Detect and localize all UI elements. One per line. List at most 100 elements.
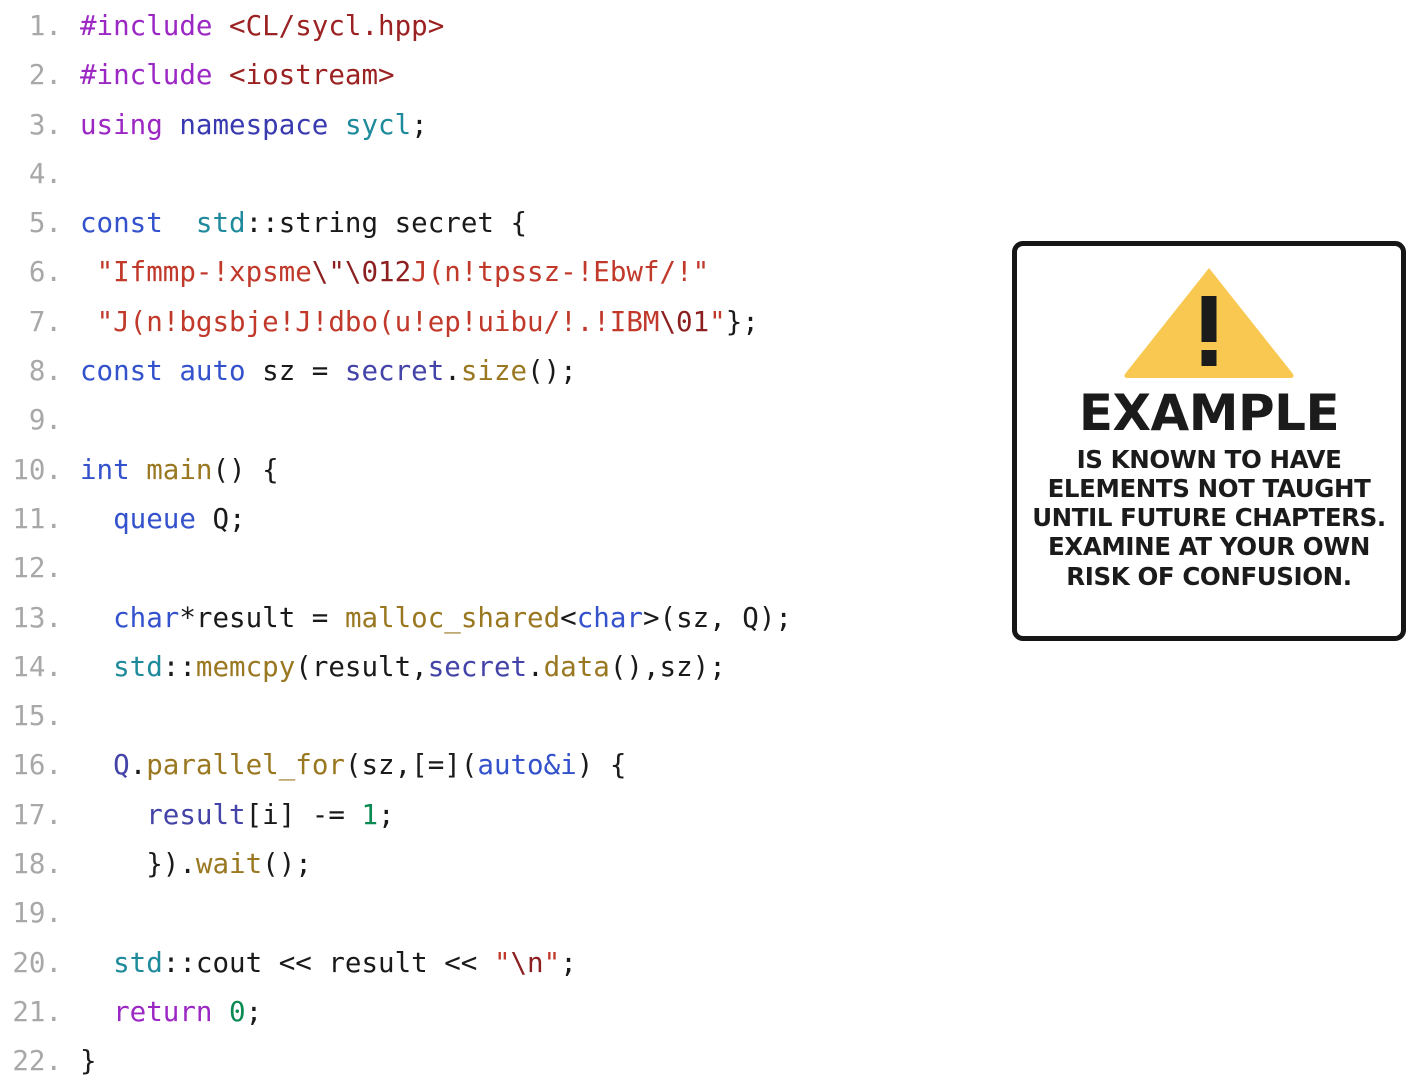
code-token: *result = bbox=[179, 601, 345, 634]
code-token: (result, bbox=[295, 650, 428, 683]
code-line: 14. std::memcpy(result,secret.data(),sz)… bbox=[0, 643, 1000, 692]
warning-body-line: RISK OF CONFUSION. bbox=[1066, 561, 1352, 591]
code-token: data bbox=[543, 650, 610, 683]
code-line: 16. Q.parallel_for(sz,[=](auto&i) { bbox=[0, 741, 1000, 790]
code-token: < bbox=[560, 601, 577, 634]
code-line-text: queue Q; bbox=[62, 495, 246, 544]
code-token: [i] -= bbox=[245, 798, 362, 831]
code-line: 20. std::cout << result << "\n"; bbox=[0, 939, 1000, 988]
code-listing: 1. #include <CL/sycl.hpp> 2. #include <iost… bbox=[0, 0, 1000, 1087]
code-line: 2. #include <iostream> bbox=[0, 51, 1000, 100]
warning-body-line: EXAMINE AT YOUR OWN bbox=[1048, 532, 1370, 562]
code-token: "J(n!bgsbje!J!dbo(u!ep!uibu/!.!IBM bbox=[96, 305, 660, 338]
line-number: 5. bbox=[28, 207, 62, 240]
code-token: (); bbox=[527, 355, 577, 388]
code-token: result bbox=[146, 798, 246, 831]
code-line: 5. const std::string secret { bbox=[0, 199, 1000, 248]
code-token: } bbox=[80, 1045, 97, 1078]
code-line: 21. return 0; bbox=[0, 988, 1000, 1037]
line-number: 15. bbox=[12, 700, 62, 733]
code-token: () { bbox=[212, 453, 279, 486]
code-token: ; bbox=[245, 995, 263, 1028]
code-token: }; bbox=[725, 305, 759, 338]
code-line-text: return 0; bbox=[62, 988, 262, 1037]
line-number: 18. bbox=[12, 848, 62, 881]
code-line-text: using namespace sycl; bbox=[62, 101, 428, 150]
line-number: 10. bbox=[12, 453, 62, 486]
code-line: 6. "Ifmmp-!xpsme\"\012J(n!tpssz-!Ebwf/!" bbox=[0, 248, 1000, 297]
line-number: 21. bbox=[12, 995, 62, 1028]
code-token: malloc_shared bbox=[344, 601, 561, 634]
code-token: #include bbox=[80, 59, 230, 92]
code-token: memcpy bbox=[195, 650, 296, 683]
code-line: 1. #include <CL/sycl.hpp> bbox=[0, 2, 1000, 51]
line-number: 2. bbox=[28, 59, 62, 92]
code-token: Q; bbox=[195, 502, 246, 535]
code-token: " bbox=[543, 946, 561, 979]
warning-body-line: IS KNOWN TO HAVE bbox=[1076, 445, 1342, 474]
example-warning-card: EXAMPLE IS KNOWN TO HAVE ELEMENTS NOT TAU… bbox=[1012, 241, 1406, 641]
line-number: 13. bbox=[12, 601, 62, 634]
warning-body-line: ELEMENTS NOT TAUGHT bbox=[1047, 474, 1371, 504]
line-number: 1. bbox=[28, 10, 62, 42]
code-line: 15. bbox=[0, 692, 1000, 741]
code-line: 8. const auto sz = secret.size(); bbox=[0, 347, 1000, 396]
line-number: 6. bbox=[28, 256, 62, 289]
code-token: . bbox=[527, 650, 544, 683]
code-token: main bbox=[146, 453, 213, 486]
code-line: 17. result[i] -= 1; bbox=[0, 791, 1000, 840]
code-token: char bbox=[113, 601, 180, 634]
line-number: 12. bbox=[12, 552, 62, 585]
code-token: 0 bbox=[229, 995, 246, 1028]
code-token: secret bbox=[427, 650, 528, 683]
code-token: Q bbox=[113, 749, 130, 782]
code-token: sz = bbox=[245, 355, 345, 388]
warning-body-line: UNTIL FUTURE CHAPTERS. bbox=[1032, 503, 1386, 533]
line-number: 8. bbox=[28, 355, 62, 388]
code-line: 22.} bbox=[0, 1037, 1000, 1086]
code-token: "Ifmmp-!xpsme bbox=[96, 256, 312, 289]
code-token: int bbox=[80, 453, 130, 486]
code-token: sycl bbox=[344, 108, 412, 141]
code-token: (),sz); bbox=[609, 650, 726, 683]
warning-triangle-exclamation-icon bbox=[1123, 266, 1295, 378]
code-line: 3. using namespace sycl; bbox=[0, 101, 1000, 150]
code-token: std bbox=[113, 650, 163, 683]
code-token: 1 bbox=[361, 798, 379, 831]
code-token: return bbox=[113, 995, 213, 1028]
code-token: . bbox=[129, 749, 147, 782]
line-number: 11. bbox=[12, 502, 62, 535]
code-line: 13. char*result = malloc_shared<char>(sz… bbox=[0, 594, 1000, 643]
code-line-text: "Ifmmp-!xpsme\"\012J(n!tpssz-!Ebwf/!" bbox=[62, 248, 710, 297]
code-line: 7. "J(n!bgsbje!J!dbo(u!ep!uibu/!.!IBM\01… bbox=[0, 298, 1000, 347]
code-line: 4. bbox=[0, 150, 1000, 199]
code-token: using bbox=[80, 108, 163, 141]
code-line-text: char*result = malloc_shared<char>(sz, Q)… bbox=[62, 594, 792, 643]
code-line-text: const std::string secret { bbox=[62, 199, 527, 248]
code-token: " bbox=[493, 946, 511, 979]
code-line-text: std::memcpy(result,secret.data(),sz); bbox=[62, 643, 726, 692]
code-line-text: result[i] -= 1; bbox=[62, 791, 394, 840]
line-number: 4. bbox=[28, 157, 62, 190]
line-number: 17. bbox=[12, 798, 62, 831]
code-token: ::cout << result << bbox=[162, 946, 494, 979]
code-token: " bbox=[709, 305, 726, 338]
code-line: 11. queue Q; bbox=[0, 495, 1000, 544]
code-token: wait bbox=[195, 848, 263, 881]
code-token: queue bbox=[113, 502, 196, 535]
code-token: \n bbox=[510, 946, 544, 979]
code-token: namespace bbox=[179, 108, 329, 141]
code-line-text: } bbox=[62, 1037, 97, 1086]
code-line-text: std::cout << result << "\n"; bbox=[62, 939, 577, 988]
code-token: ; bbox=[560, 946, 577, 979]
